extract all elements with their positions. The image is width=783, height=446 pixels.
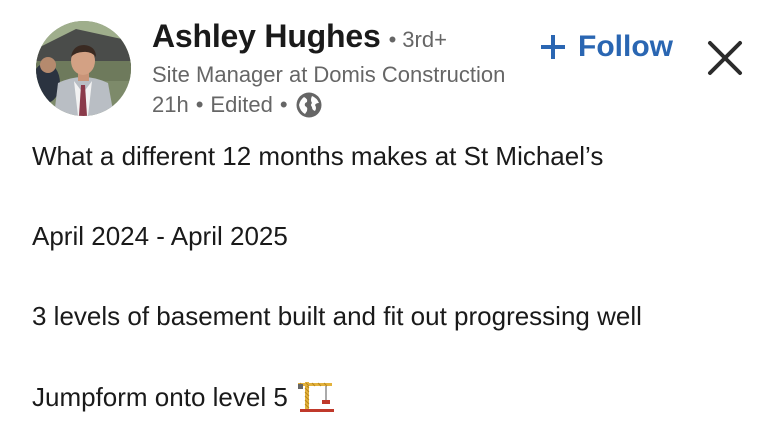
follow-label: Follow [578,30,673,63]
edited-label: Edited [210,92,273,117]
construction-crane-icon [296,380,336,414]
post-paragraph-text: Jumpform onto level 5 [32,382,288,412]
profile-photo [36,21,131,116]
connection-degree: 3rd+ [402,27,447,52]
post-paragraph: April 2024 - April 2025 [32,221,288,251]
post-meta: 21h • Edited • [152,91,323,119]
author-name[interactable]: Ashley Hughes [152,18,381,55]
post-paragraph: 3 levels of basement built and fit out p… [32,301,642,331]
author-headline: Site Manager at Domis Construction [152,62,506,87]
feed-post: Ashley Hughes • 3rd+ Site Manager at Dom… [0,0,783,446]
globe-icon[interactable] [295,91,323,119]
follow-button[interactable]: Follow [540,30,673,64]
post-paragraph-last: Jumpform onto level 5 [32,380,762,414]
plus-icon [540,34,566,60]
name-separator: • [388,27,397,52]
author-name-row: Ashley Hughes • 3rd+ [152,18,447,55]
post-time: 21h [152,92,189,117]
meta-separator: • [195,92,204,117]
close-icon [708,41,742,75]
close-button[interactable] [704,37,746,79]
post-body: What a different 12 months makes at St M… [32,140,762,446]
post-paragraph: What a different 12 months makes at St M… [32,141,604,171]
meta-separator: • [279,92,288,117]
author-avatar[interactable] [36,21,131,116]
